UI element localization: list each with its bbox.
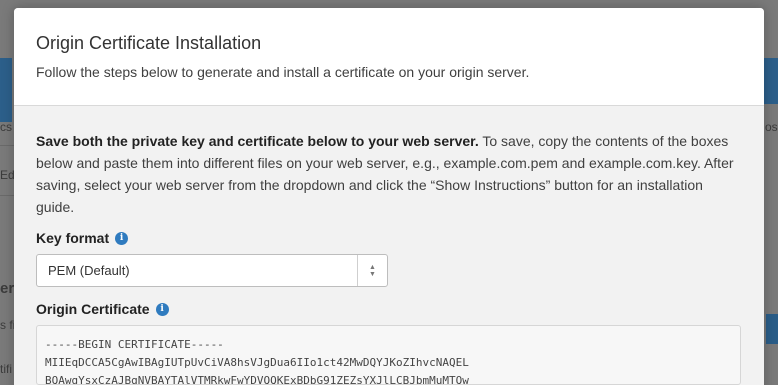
instructions-text: Save both the private key and certificat… <box>36 130 736 218</box>
key-format-label: Key format i <box>36 230 742 246</box>
info-icon[interactable]: i <box>155 302 169 316</box>
background-text: os <box>765 120 778 134</box>
background-button <box>766 314 778 344</box>
certificate-line: BQAwgYsxCzAJBgNVBAYTAlVTMRkwFwYDVQQKExBD… <box>45 374 469 385</box>
modal-subtitle: Follow the steps below to generate and i… <box>36 64 530 80</box>
background-tile <box>0 58 12 122</box>
origin-certificate-label: Origin Certificate i <box>36 301 742 317</box>
background-text: er <box>0 280 15 297</box>
certificate-line: -----BEGIN CERTIFICATE----- <box>45 338 224 351</box>
background-divider <box>0 145 14 146</box>
modal-title: Origin Certificate Installation <box>36 33 262 53</box>
origin-certificate-label-text: Origin Certificate <box>36 301 150 317</box>
background-text: tifi <box>0 362 12 376</box>
modal-header: Origin Certificate Installation Follow t… <box>14 8 764 106</box>
certificate-line: MIIEqDCCA5CgAwIBAgIUTpUvCiVA8hsVJgDua6II… <box>45 356 469 369</box>
info-icon[interactable]: i <box>115 231 129 245</box>
key-format-select[interactable]: PEM (Default) ▲ ▼ <box>36 254 388 287</box>
background-tile <box>764 58 778 104</box>
modal-body: Save both the private key and certificat… <box>14 106 764 385</box>
key-format-label-text: Key format <box>36 230 110 246</box>
key-format-selected-value: PEM (Default) <box>48 263 130 278</box>
select-arrows-icon: ▲ ▼ <box>357 255 387 286</box>
background-divider <box>0 195 14 196</box>
background-text: cs <box>0 120 12 134</box>
origin-certificate-textarea[interactable]: -----BEGIN CERTIFICATE----- MIIEqDCCA5CgA… <box>36 325 741 385</box>
certificate-modal: Origin Certificate Installation Follow t… <box>14 8 764 385</box>
instructions-bold: Save both the private key and certificat… <box>36 133 479 149</box>
